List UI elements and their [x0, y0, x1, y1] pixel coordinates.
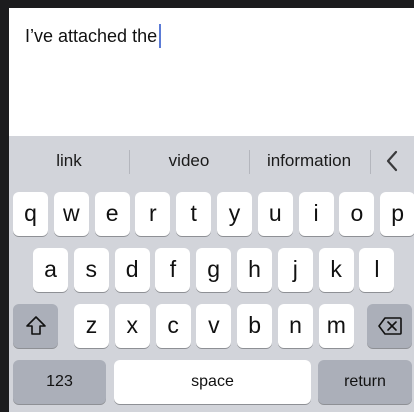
key-o[interactable]: o	[339, 192, 375, 236]
key-label: s	[85, 256, 98, 282]
suggestion-bar: link video information	[9, 136, 414, 186]
key-g[interactable]: g	[196, 248, 232, 292]
chevron-left-icon	[386, 150, 397, 172]
key-y[interactable]: y	[217, 192, 252, 236]
key-n[interactable]: n	[278, 304, 313, 348]
key-label: r	[149, 200, 157, 226]
message-text-value: I’ve attached the	[25, 26, 158, 46]
key-label: k	[330, 256, 342, 282]
text-cursor	[159, 24, 162, 48]
key-label: c	[167, 312, 179, 338]
suggestion-1[interactable]: link	[9, 136, 129, 186]
key-label: y	[228, 200, 241, 226]
key-label: w	[62, 200, 80, 226]
key-e[interactable]: e	[94, 192, 130, 236]
key-d[interactable]: d	[114, 248, 150, 292]
shift-icon	[25, 316, 46, 335]
key-label: m	[326, 312, 346, 338]
key-label: x	[126, 312, 139, 338]
key-l[interactable]: l	[359, 248, 395, 292]
key-label: b	[248, 312, 262, 338]
key-label: z	[85, 312, 98, 338]
key-q[interactable]: q	[13, 192, 48, 236]
key-f[interactable]: f	[155, 248, 191, 292]
key-x[interactable]: x	[114, 304, 150, 348]
key-p[interactable]: p	[380, 192, 414, 236]
key-m[interactable]: m	[318, 304, 354, 348]
key-label: p	[391, 200, 405, 226]
key-label: n	[289, 312, 302, 338]
key-v[interactable]: v	[196, 304, 232, 348]
key-label: h	[248, 256, 261, 282]
key-label: e	[105, 200, 119, 226]
key-u[interactable]: u	[257, 192, 293, 236]
key-label: t	[190, 200, 197, 226]
key-w[interactable]: w	[53, 192, 89, 236]
key-label: d	[125, 256, 139, 282]
return-key[interactable]: return	[318, 360, 412, 404]
numbers-key[interactable]: 123	[13, 360, 106, 404]
shift-key[interactable]	[13, 304, 58, 348]
backspace-icon	[377, 317, 402, 335]
delete-key[interactable]	[367, 304, 412, 348]
key-t[interactable]: t	[176, 192, 212, 236]
screen: I’ve attached the link video information…	[0, 0, 414, 412]
key-label: a	[44, 256, 57, 282]
key-c[interactable]: c	[155, 304, 191, 348]
numbers-key-label: 123	[46, 373, 73, 390]
key-label: j	[292, 256, 298, 282]
space-key-label: space	[191, 373, 234, 390]
key-s[interactable]: s	[73, 248, 109, 292]
key-label: v	[208, 312, 220, 338]
key-label: o	[350, 200, 364, 226]
key-j[interactable]: j	[277, 248, 313, 292]
suggestion-3[interactable]: information	[250, 136, 368, 186]
key-label: u	[268, 200, 282, 226]
key-label: q	[24, 200, 37, 226]
collapse-suggestions-button[interactable]	[369, 136, 414, 186]
key-label: i	[313, 200, 319, 226]
key-h[interactable]: h	[237, 248, 272, 292]
key-label: g	[207, 256, 221, 282]
return-key-label: return	[344, 373, 386, 390]
message-text: I’ve attached the	[25, 24, 162, 48]
keyboard: link video information qwe r t y u i o p a s d f g h j…	[9, 136, 414, 412]
key-a[interactable]: a	[33, 248, 68, 292]
key-z[interactable]: z	[74, 304, 109, 348]
key-label: l	[374, 256, 380, 282]
message-text-area[interactable]: I’ve attached the	[9, 8, 414, 136]
key-b[interactable]: b	[237, 304, 273, 348]
key-r[interactable]: r	[135, 192, 171, 236]
key-label: f	[169, 256, 177, 282]
key-i[interactable]: i	[298, 192, 334, 236]
space-key[interactable]: space	[114, 360, 311, 404]
key-k[interactable]: k	[318, 248, 354, 292]
suggestion-2[interactable]: video	[130, 136, 248, 186]
